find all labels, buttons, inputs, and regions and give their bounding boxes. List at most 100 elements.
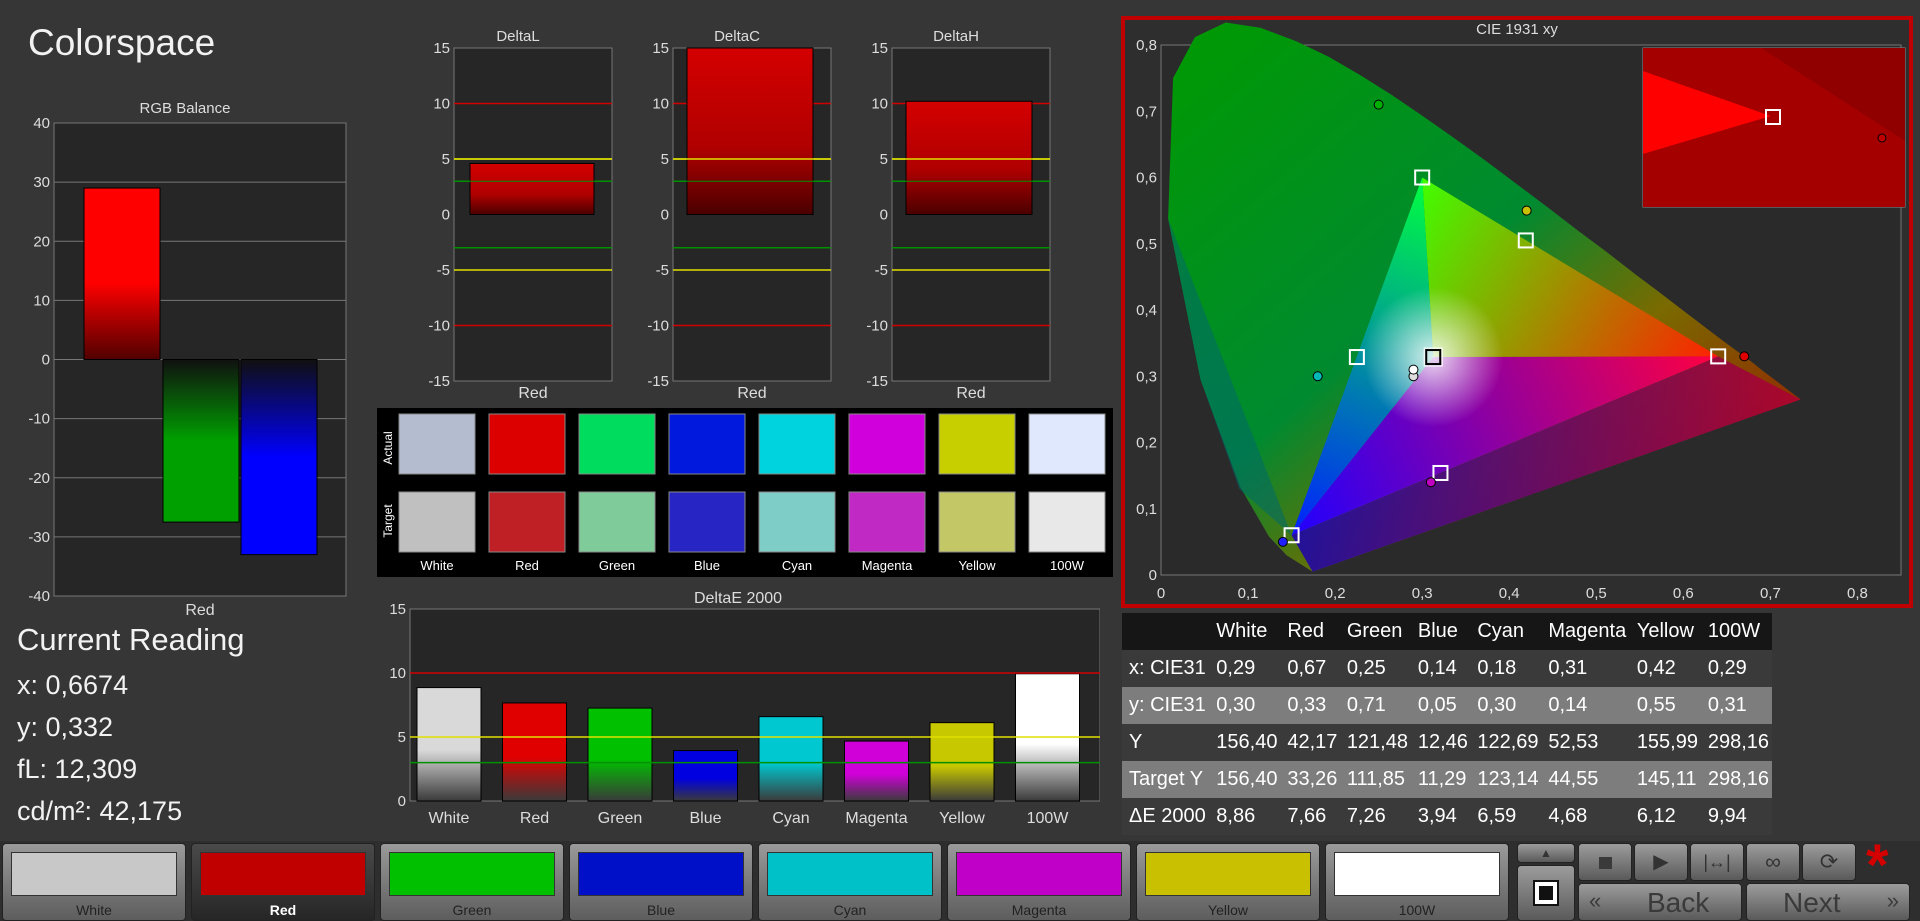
- delta-tick-label: 15: [871, 40, 888, 57]
- table-row-label: x: CIE31: [1129, 657, 1206, 679]
- table-cell: 156,40: [1216, 731, 1278, 753]
- target-swatch: [578, 491, 656, 553]
- cie-y-tick-label: 0,3: [1136, 368, 1157, 385]
- target-swatch: [938, 491, 1016, 553]
- actual-swatch: [578, 413, 656, 475]
- table-cell: 0,71: [1346, 694, 1386, 716]
- delta-tick-label: 0: [442, 207, 450, 224]
- page-title: Colorspace: [28, 22, 216, 63]
- table-cell: 0,29: [1707, 657, 1747, 679]
- table-header-cell: 100W: [1707, 620, 1761, 642]
- table-cell: 0,14: [1548, 694, 1588, 716]
- play-button[interactable]: ▶: [1634, 843, 1688, 881]
- delta-tick-label: 5: [661, 151, 669, 168]
- table-cell: 6,12: [1636, 805, 1676, 827]
- stop-toggle-button[interactable]: [1517, 865, 1575, 921]
- cie-measured-point: [1408, 364, 1419, 375]
- rgb-tick-label: 30: [33, 174, 50, 191]
- swatch-label: Green: [599, 558, 635, 573]
- cie-x-tick-label: 0,2: [1325, 585, 1346, 602]
- rgb-bar-red: [83, 187, 161, 360]
- cie-y-tick-label: 0,7: [1136, 103, 1157, 120]
- table-cell: 0,30: [1477, 694, 1517, 716]
- color-button-swatch: [1334, 852, 1500, 896]
- next-label: Next: [1783, 887, 1841, 918]
- reading-y: y: 0,332: [17, 712, 114, 742]
- color-button-100w[interactable]: 100W: [1325, 843, 1509, 921]
- cie-y-tick-label: 0,6: [1136, 170, 1157, 187]
- deltae-category-label: Blue: [689, 810, 721, 827]
- table-cell: 111,85: [1346, 768, 1406, 790]
- color-button-green[interactable]: Green: [380, 843, 564, 921]
- delta-bar: [686, 47, 814, 215]
- color-button-blue[interactable]: Blue: [569, 843, 753, 921]
- cie-x-tick-label: 0,3: [1412, 585, 1433, 602]
- stop-button[interactable]: [1578, 843, 1632, 881]
- table-cell: 156,40: [1216, 768, 1278, 790]
- back-button[interactable]: « Back: [1578, 883, 1742, 921]
- actual-swatch: [848, 413, 926, 475]
- actual-swatch: [398, 413, 476, 475]
- swatch-label: Blue: [694, 558, 720, 573]
- table-cell: 0,29: [1216, 657, 1256, 679]
- table-header-cell: Red: [1287, 620, 1325, 642]
- table-cell: 0,14: [1417, 657, 1457, 679]
- table-cell: 4,68: [1548, 805, 1588, 827]
- delta-bar: [905, 100, 1033, 215]
- color-button-magenta[interactable]: Magenta: [947, 843, 1131, 921]
- table-header-cell: Blue: [1417, 620, 1458, 642]
- delta-tick-label: 0: [661, 207, 669, 224]
- delta-tick-label: -5: [437, 262, 450, 279]
- cie-measured-point: [1739, 351, 1750, 362]
- cie-x-tick-label: 0,7: [1760, 585, 1781, 602]
- target-swatch: [668, 491, 746, 553]
- deltae-tick-label: 5: [398, 729, 406, 746]
- target-row-label: Target: [381, 504, 395, 538]
- cie-x-tick-label: 0,8: [1847, 585, 1868, 602]
- continuous-button[interactable]: ∞: [1746, 843, 1800, 881]
- delta-bar: [469, 162, 595, 216]
- table-cell: 12,46: [1417, 731, 1468, 753]
- deltae-tick-label: 15: [389, 601, 406, 618]
- delta-tick-label: 15: [433, 40, 450, 57]
- delta-tick-label: -5: [875, 262, 888, 279]
- deltae-title: DeltaE 2000: [694, 590, 782, 607]
- color-button-red[interactable]: Red: [191, 843, 375, 921]
- color-button-label: Red: [269, 902, 297, 918]
- swatch-label: Red: [515, 558, 539, 573]
- rgb-balance-title: RGB Balance: [140, 100, 231, 117]
- table-cell: 33,26: [1287, 768, 1338, 790]
- delta-chart-title: DeltaL: [496, 28, 539, 45]
- cie-chart: CIE 1931 xy 0 0,1 0,2 0,3 0,4 0,5 0,6 0,7 0,8 0,8…: [1121, 16, 1913, 608]
- table-cell: 6,59: [1477, 805, 1517, 827]
- scroll-up-button[interactable]: ▲: [1517, 843, 1575, 863]
- color-button-swatch: [578, 852, 744, 896]
- rgb-tick-label: 20: [33, 233, 50, 250]
- table-cell: 3,94: [1417, 805, 1457, 827]
- infinity-icon: ∞: [1765, 849, 1781, 874]
- table-header-cell: Cyan: [1477, 620, 1525, 642]
- delta-category-label: Red: [737, 385, 766, 402]
- stop-square-icon: [1533, 880, 1559, 906]
- asterisk-icon[interactable]: *: [1866, 832, 1889, 899]
- color-button-yellow[interactable]: Yellow: [1136, 843, 1320, 921]
- table-row: ΔE 2000 8,86 7,66 7,26 3,94 6,59 4,68 6,…: [1122, 798, 1772, 835]
- color-button-white[interactable]: White: [2, 843, 186, 921]
- table-header-cell: Magenta: [1548, 620, 1627, 642]
- cie-measured-point: [1521, 205, 1532, 216]
- reading-x: x: 0,6674: [17, 670, 129, 700]
- cie-x-tick-label: 0,5: [1586, 585, 1607, 602]
- step-button[interactable]: |↔|: [1690, 843, 1744, 881]
- color-button-cyan[interactable]: Cyan: [758, 843, 942, 921]
- cie-title: CIE 1931 xy: [1476, 21, 1558, 38]
- table-row-label: y: CIE31: [1129, 694, 1206, 716]
- actual-swatch: [488, 413, 566, 475]
- color-button-label: Magenta: [1011, 902, 1067, 918]
- refresh-button[interactable]: ⟳: [1802, 843, 1856, 881]
- delta-category-label: Red: [956, 385, 985, 402]
- delta-tick-label: 0: [880, 207, 888, 224]
- delta-tick-label: -10: [428, 318, 450, 335]
- swatch-label: Yellow: [958, 558, 996, 573]
- table-cell: 0,25: [1346, 657, 1386, 679]
- table-cell: 0,30: [1216, 694, 1256, 716]
